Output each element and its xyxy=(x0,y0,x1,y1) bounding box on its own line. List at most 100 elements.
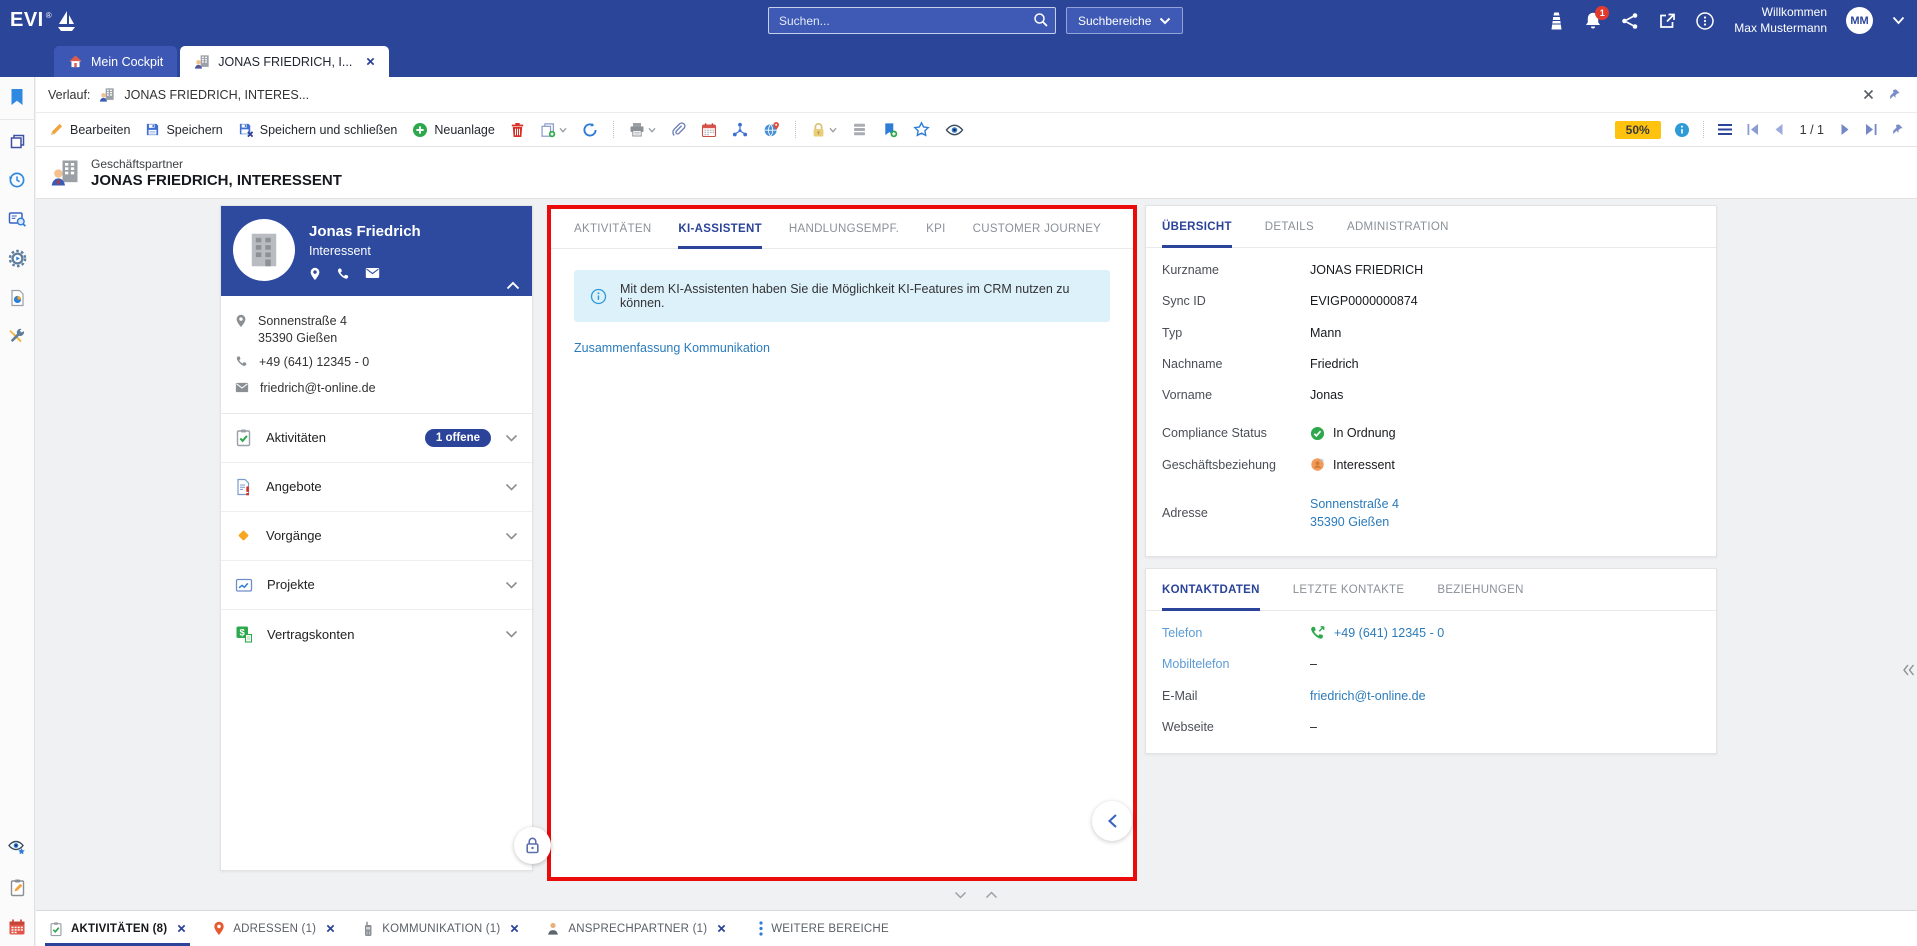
tab-close-icon[interactable] xyxy=(326,924,335,933)
collapse-panel-button[interactable] xyxy=(1092,801,1132,841)
field-value: Friedrich xyxy=(1310,356,1359,371)
email-link[interactable]: friedrich@t-online.de xyxy=(1310,688,1426,704)
bookmark-icon[interactable] xyxy=(9,88,25,106)
first-page-icon[interactable] xyxy=(1746,123,1760,136)
menu-icon[interactable] xyxy=(1717,123,1733,136)
calendar-icon[interactable] xyxy=(701,122,717,138)
tab-handlungsempf[interactable]: HANDLUNGSEMPF. xyxy=(789,209,899,248)
print-button[interactable] xyxy=(629,122,656,137)
field-value: Jonas xyxy=(1310,388,1344,402)
tab-jonas-friedrich[interactable]: JONAS FRIEDRICH, I... xyxy=(180,46,390,77)
last-page-icon[interactable] xyxy=(1864,123,1878,136)
search-icon[interactable] xyxy=(1033,12,1049,33)
history-entry[interactable]: JONAS FRIEDRICH, INTERES... xyxy=(124,88,309,102)
address-link[interactable]: Sonnenstraße 4 35390 Gießen xyxy=(1310,495,1399,531)
search-scope-dropdown[interactable]: Suchbereiche xyxy=(1066,7,1184,34)
tab-close-icon[interactable] xyxy=(366,57,375,66)
edit-button[interactable]: Bearbeiten xyxy=(49,122,130,137)
card-search-icon[interactable] xyxy=(8,210,27,228)
tab-close-icon[interactable] xyxy=(510,924,519,933)
tab-details[interactable]: DETAILS xyxy=(1265,206,1314,247)
prev-page-icon[interactable] xyxy=(1773,123,1784,136)
save-button[interactable]: Speichern xyxy=(145,122,223,137)
section-vorgaenge[interactable]: Vorgänge xyxy=(221,512,532,561)
tools-icon[interactable] xyxy=(8,328,26,346)
share-icon[interactable] xyxy=(1621,12,1639,30)
section-angebote[interactable]: Angebote xyxy=(221,463,532,512)
bottom-tab-weitere-bereiche[interactable]: WEITERE BEREICHE xyxy=(759,911,889,946)
tab-close-icon[interactable] xyxy=(177,924,186,933)
save-close-button[interactable]: Speichern und schließen xyxy=(238,122,397,138)
bottom-tab-ansprechpartner[interactable]: ANSPRECHPARTNER (1) xyxy=(546,911,726,946)
next-page-icon[interactable] xyxy=(1840,123,1851,136)
tab-administration[interactable]: ADMINISTRATION xyxy=(1347,206,1449,247)
avatar[interactable]: MM xyxy=(1846,7,1873,34)
lock-float-button[interactable] xyxy=(514,827,551,864)
copy-record-button[interactable] xyxy=(540,122,567,138)
new-record-button[interactable]: Neuanlage xyxy=(412,122,495,138)
location-pin-icon[interactable] xyxy=(309,267,321,281)
tab-mein-cockpit[interactable]: Mein Cockpit xyxy=(54,46,178,77)
lock-icon xyxy=(811,122,826,138)
info-icon[interactable] xyxy=(1674,122,1690,138)
address-text[interactable]: Sonnenstraße 4 35390 Gießen xyxy=(258,313,347,347)
notifications-bell-icon[interactable]: 1 xyxy=(1584,5,1610,31)
map-location-icon[interactable] xyxy=(763,121,780,138)
contact-tabs: KONTAKTDATEN LETZTE KONTAKTE BEZIEHUNGEN xyxy=(1146,569,1716,611)
save-label: Speichern xyxy=(166,122,223,137)
tab-kontaktdaten[interactable]: KONTAKTDATEN xyxy=(1162,569,1260,611)
section-projekte[interactable]: Projekte xyxy=(221,561,532,610)
pin-panel-icon[interactable] xyxy=(1888,88,1901,101)
watchlist-eye-star-icon[interactable] xyxy=(7,837,27,857)
bottom-tab-kommunikation[interactable]: KOMMUNIKATION (1) xyxy=(362,911,519,946)
tab-close-icon[interactable] xyxy=(717,924,726,933)
calendar-red-icon[interactable] xyxy=(8,918,26,936)
lock-button[interactable] xyxy=(811,122,837,138)
tab-letzte-kontakte[interactable]: LETZTE KONTAKTE xyxy=(1293,569,1405,610)
tab-customer-journey[interactable]: CUSTOMER JOURNEY xyxy=(973,209,1102,248)
favorite-star-icon[interactable] xyxy=(913,121,930,138)
tab-kpi[interactable]: KPI xyxy=(926,209,945,248)
pin-panel-icon[interactable] xyxy=(1891,123,1904,136)
history-icon[interactable] xyxy=(8,171,26,189)
email-text[interactable]: friedrich@t-online.de xyxy=(260,380,376,397)
section-aktivitaeten[interactable]: Aktivitäten 1 offene xyxy=(221,414,532,463)
email-icon[interactable] xyxy=(365,267,380,281)
lighthouse-icon[interactable] xyxy=(1548,11,1565,31)
delete-trash-icon[interactable] xyxy=(510,122,525,138)
tab-beziehungen[interactable]: BEZIEHUNGEN xyxy=(1437,569,1523,610)
tab-uebersicht[interactable]: ÜBERSICHT xyxy=(1162,206,1232,248)
collapse-profile-chevron-icon[interactable] xyxy=(506,281,520,290)
rows-icon[interactable] xyxy=(852,122,867,137)
relations-icon[interactable] xyxy=(732,122,748,138)
notes-clipboard-icon[interactable] xyxy=(9,878,26,897)
phone-text[interactable]: +49 (641) 12345 - 0 xyxy=(259,354,369,371)
attachment-icon[interactable] xyxy=(671,121,686,138)
bottom-tab-aktivitaeten[interactable]: AKTIVITÄTEN (8) xyxy=(44,911,191,946)
section-vertragskonten[interactable]: $ Vertragskonten xyxy=(221,610,532,659)
watch-eye-icon[interactable] xyxy=(945,123,964,137)
page-title: JONAS FRIEDRICH, INTERESSENT xyxy=(91,171,342,189)
user-menu-chevron-icon[interactable] xyxy=(1892,16,1905,25)
tab-ki-assistent[interactable]: KI-ASSISTENT xyxy=(678,209,763,249)
open-external-icon[interactable] xyxy=(1658,12,1676,30)
phone-icon[interactable] xyxy=(336,267,350,281)
bottom-tab-adressen[interactable]: ADRESSEN (1) xyxy=(213,911,335,946)
profile-name: Jonas Friedrich xyxy=(309,223,421,240)
completeness-badge[interactable]: 50% xyxy=(1614,120,1661,139)
refresh-icon[interactable] xyxy=(582,122,598,138)
expand-up-icon[interactable] xyxy=(985,891,998,899)
bookmark-add-icon[interactable] xyxy=(882,122,898,138)
automation-gear-icon[interactable] xyxy=(8,249,27,268)
more-options-icon[interactable] xyxy=(1695,11,1715,31)
tab-aktivitaeten[interactable]: AKTIVITÄTEN xyxy=(574,209,651,248)
profile-quick-actions xyxy=(309,267,421,281)
report-pie-icon[interactable] xyxy=(9,289,26,307)
collapse-right-panel-icon[interactable] xyxy=(1902,664,1915,676)
phone-link[interactable]: +49 (641) 12345 - 0 xyxy=(1334,625,1444,641)
expand-down-icon[interactable] xyxy=(954,891,967,899)
search-input[interactable] xyxy=(768,7,1056,34)
close-icon[interactable] xyxy=(1863,89,1874,100)
copy-pages-icon[interactable] xyxy=(9,133,26,150)
summary-communication-link[interactable]: Zusammenfassung Kommunikation xyxy=(574,341,770,355)
